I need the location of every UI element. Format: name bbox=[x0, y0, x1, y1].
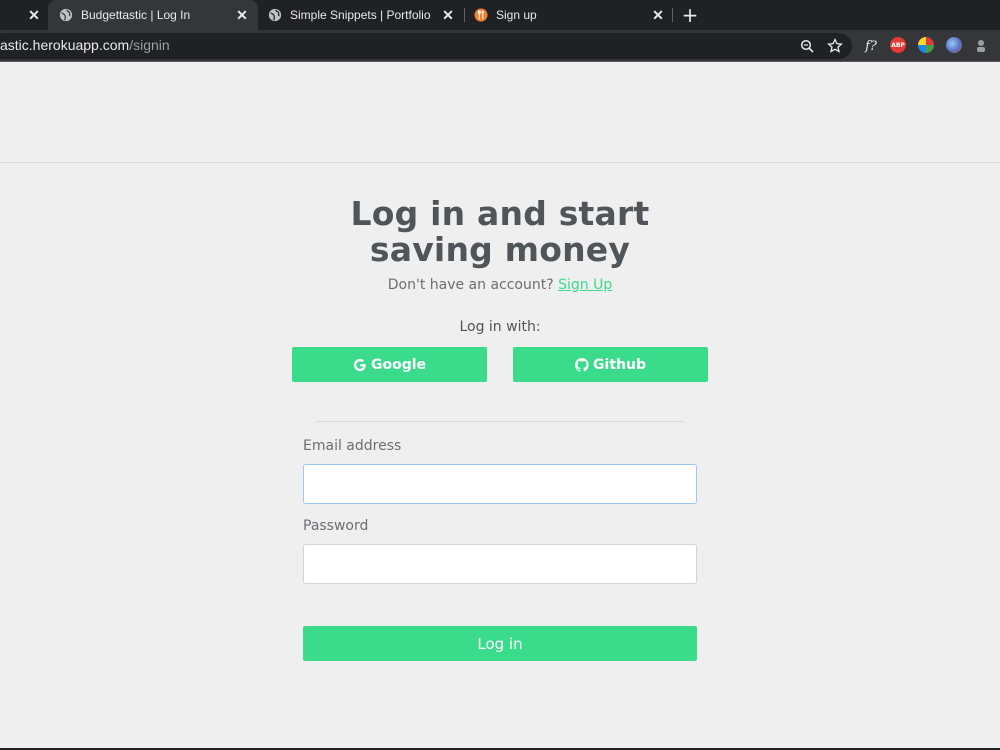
fork-knife-icon bbox=[474, 8, 488, 22]
globe-icon bbox=[59, 8, 73, 22]
divider bbox=[316, 421, 684, 422]
tab-budgettastic[interactable]: Budgettastic | Log In ✕ bbox=[48, 0, 258, 30]
google-login-button[interactable]: Google bbox=[292, 347, 487, 382]
github-icon bbox=[575, 357, 589, 372]
email-label: Email address bbox=[303, 438, 402, 454]
page-header-band bbox=[0, 62, 1000, 163]
github-login-button[interactable]: Github bbox=[513, 347, 708, 382]
adblock-icon[interactable]: ABP bbox=[890, 37, 906, 53]
plus-icon[interactable]: + bbox=[680, 5, 700, 25]
tab-title: Simple Snippets | Portfolio bbox=[290, 8, 431, 22]
page-title-line-2: saving money bbox=[369, 230, 631, 269]
close-icon[interactable]: ✕ bbox=[650, 7, 666, 23]
url-text[interactable]: astic.herokuapp.com/signin bbox=[0, 37, 170, 53]
tab-separator bbox=[464, 8, 465, 22]
tab-simple-snippets[interactable]: Simple Snippets | Portfolio ✕ bbox=[258, 0, 464, 30]
login-button[interactable]: Log in bbox=[303, 626, 697, 661]
google-icon bbox=[353, 358, 366, 371]
profile-ext-icon[interactable] bbox=[972, 37, 990, 55]
close-icon[interactable]: ✕ bbox=[440, 7, 456, 23]
url-path: /signin bbox=[129, 37, 170, 53]
tab-separator bbox=[672, 8, 673, 22]
tab-sign-up[interactable]: Sign up ✕ bbox=[466, 0, 672, 30]
page-title: Log in and start saving money bbox=[0, 196, 1000, 268]
google-label: Google bbox=[370, 356, 427, 373]
close-icon[interactable]: ✕ bbox=[26, 7, 42, 23]
font-ext-icon[interactable]: f? bbox=[862, 37, 880, 55]
zoom-icon[interactable] bbox=[798, 37, 816, 55]
close-icon[interactable]: ✕ bbox=[234, 7, 250, 23]
password-field[interactable] bbox=[303, 544, 697, 584]
email-field[interactable] bbox=[303, 464, 697, 504]
star-icon[interactable] bbox=[826, 37, 844, 55]
sign-up-link[interactable]: Sign Up bbox=[558, 277, 612, 293]
globe-ext-icon[interactable] bbox=[946, 37, 962, 53]
tab-title: Budgettastic | Log In bbox=[81, 8, 191, 22]
url-host: astic.herokuapp.com bbox=[0, 37, 130, 53]
no-account-text: Don't have an account? bbox=[387, 277, 554, 293]
browser-tab-bar: ✕ Budgettastic | Log In ✕ Simple Snippet… bbox=[0, 0, 1000, 30]
github-label: Github bbox=[593, 356, 646, 373]
color-ext-icon[interactable] bbox=[918, 37, 934, 53]
signup-prompt: Don't have an account? Sign Up bbox=[0, 277, 1000, 293]
tab-title: Sign up bbox=[496, 8, 537, 22]
page-title-line-1: Log in and start bbox=[350, 194, 650, 233]
password-label: Password bbox=[303, 518, 369, 534]
login-with-label: Log in with: bbox=[459, 319, 541, 335]
tab-previous[interactable]: ✕ bbox=[0, 0, 48, 30]
globe-icon bbox=[268, 8, 282, 22]
